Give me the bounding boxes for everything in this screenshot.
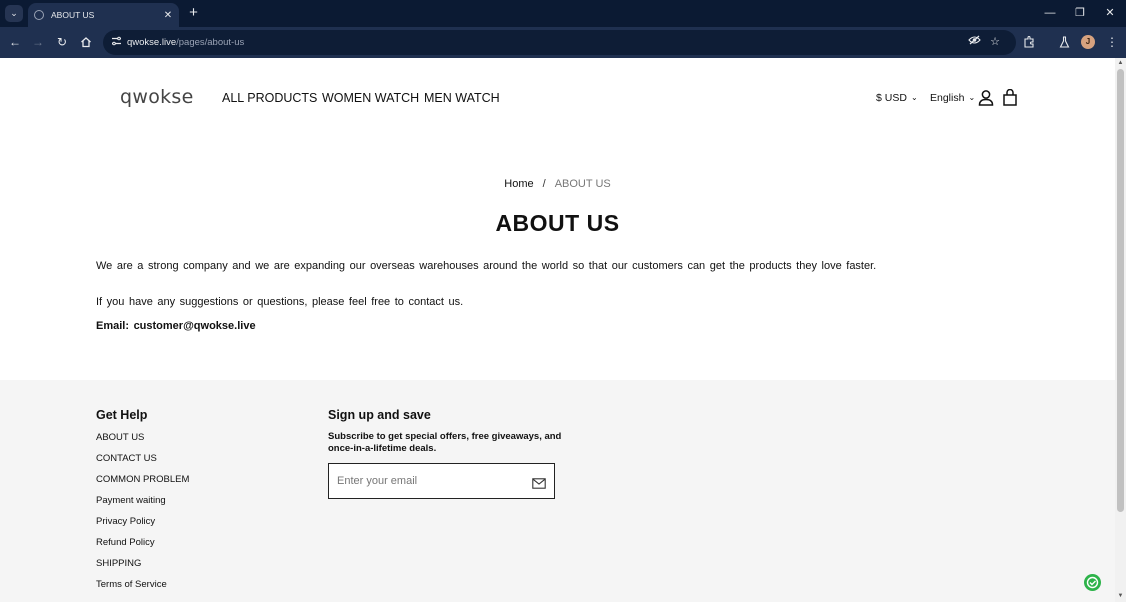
contact-paragraph: If you have any suggestions or questions… xyxy=(96,296,464,308)
breadcrumb: Home / ABOUT US xyxy=(0,178,1115,190)
restore-button[interactable]: ❐ xyxy=(1071,5,1089,21)
about-paragraph: We are a strong company and we are expan… xyxy=(96,260,877,272)
active-tab[interactable]: ABOUT US ✕ xyxy=(28,3,179,27)
profile-avatar[interactable]: J xyxy=(1081,35,1095,49)
minimize-button[interactable]: — xyxy=(1041,5,1059,21)
footer-link-payment-waiting[interactable]: Payment waiting xyxy=(96,495,166,506)
currency-selector[interactable]: $ USD ⌄ xyxy=(876,92,918,104)
tab-strip: ⌄ ABOUT US ✕ + — ❐ ✕ xyxy=(0,0,1126,27)
nav-all-products[interactable]: ALL PRODUCTS xyxy=(222,91,317,105)
signup-heading: Sign up and save xyxy=(328,408,431,422)
footer-link-terms[interactable]: Terms of Service xyxy=(96,579,167,590)
eye-slash-icon[interactable] xyxy=(967,35,981,49)
mail-icon[interactable] xyxy=(532,476,546,489)
labs-flask-icon[interactable] xyxy=(1055,33,1073,51)
footer-link-common-problem[interactable]: COMMON PROBLEM xyxy=(96,474,189,485)
newsletter-form xyxy=(328,463,555,499)
page-scrollbar[interactable]: ▲ ▼ xyxy=(1115,58,1126,602)
address-bar[interactable]: qwokse.live/pages/about-us ☆ xyxy=(103,30,1016,55)
tab-search-button[interactable]: ⌄ xyxy=(5,5,23,22)
contact-email[interactable]: Email: customer@qwokse.live xyxy=(96,320,256,332)
scrollbar-thumb[interactable] xyxy=(1117,69,1124,512)
chat-icon[interactable] xyxy=(1084,574,1101,591)
signup-description: Subscribe to get special offers, free gi… xyxy=(328,431,562,454)
footer-link-privacy-policy[interactable]: Privacy Policy xyxy=(96,516,155,527)
breadcrumb-home-link[interactable]: Home xyxy=(504,178,533,190)
site-footer: Get Help ABOUT US CONTACT US COMMON PROB… xyxy=(0,380,1115,602)
scroll-down-arrow-icon[interactable]: ▼ xyxy=(1115,591,1126,602)
language-selector[interactable]: English ⌄ xyxy=(930,92,975,104)
nav-men-watch[interactable]: MEN WATCH xyxy=(424,91,500,105)
page-viewport: qwokse ALL PRODUCTS WOMEN WATCH MEN WATC… xyxy=(0,58,1115,602)
footer-link-shipping[interactable]: SHIPPING xyxy=(96,558,141,569)
newsletter-email-input[interactable] xyxy=(329,464,524,498)
extensions-icon[interactable] xyxy=(1020,33,1038,51)
bag-icon[interactable] xyxy=(1002,88,1018,107)
tab-close-icon[interactable]: ✕ xyxy=(161,10,175,21)
globe-icon xyxy=(34,10,44,20)
star-icon[interactable]: ☆ xyxy=(988,35,1002,49)
footer-link-about-us[interactable]: ABOUT US xyxy=(96,432,144,443)
breadcrumb-separator: / xyxy=(542,178,546,190)
url-path: /pages/about-us xyxy=(176,37,245,48)
language-label: English xyxy=(930,92,965,104)
close-window-button[interactable]: ✕ xyxy=(1101,5,1119,21)
footer-link-refund-policy[interactable]: Refund Policy xyxy=(96,537,155,548)
page-title: ABOUT US xyxy=(495,210,620,236)
browser-toolbar: ← → ↻ qwokse.live/pages/about-us ☆ J ⋮ xyxy=(0,27,1126,58)
footer-link-contact-us[interactable]: CONTACT US xyxy=(96,453,157,464)
forward-arrow-icon[interactable]: → xyxy=(29,33,47,51)
url-host: qwokse.live xyxy=(127,37,177,48)
chevron-down-icon: ⌄ xyxy=(910,93,918,102)
tab-title: ABOUT US xyxy=(51,10,95,20)
site-info-icon[interactable] xyxy=(110,36,122,48)
back-arrow-icon[interactable]: ← xyxy=(6,33,24,51)
nav-women-watch[interactable]: WOMEN WATCH xyxy=(322,91,419,105)
get-help-heading: Get Help xyxy=(96,408,148,422)
url-text[interactable]: qwokse.live/pages/about-us xyxy=(127,30,244,55)
home-icon[interactable] xyxy=(77,33,95,51)
currency-label: $ USD xyxy=(876,92,907,104)
scroll-up-arrow-icon[interactable]: ▲ xyxy=(1115,58,1126,69)
breadcrumb-current: ABOUT US xyxy=(554,178,611,190)
more-menu-icon[interactable]: ⋮ xyxy=(1103,33,1121,51)
site-logo[interactable]: qwokse xyxy=(120,86,194,108)
reload-icon[interactable]: ↻ xyxy=(53,33,71,51)
chevron-down-icon: ⌄ xyxy=(968,93,976,102)
new-tab-button[interactable]: + xyxy=(185,4,202,22)
user-icon[interactable] xyxy=(978,89,994,107)
